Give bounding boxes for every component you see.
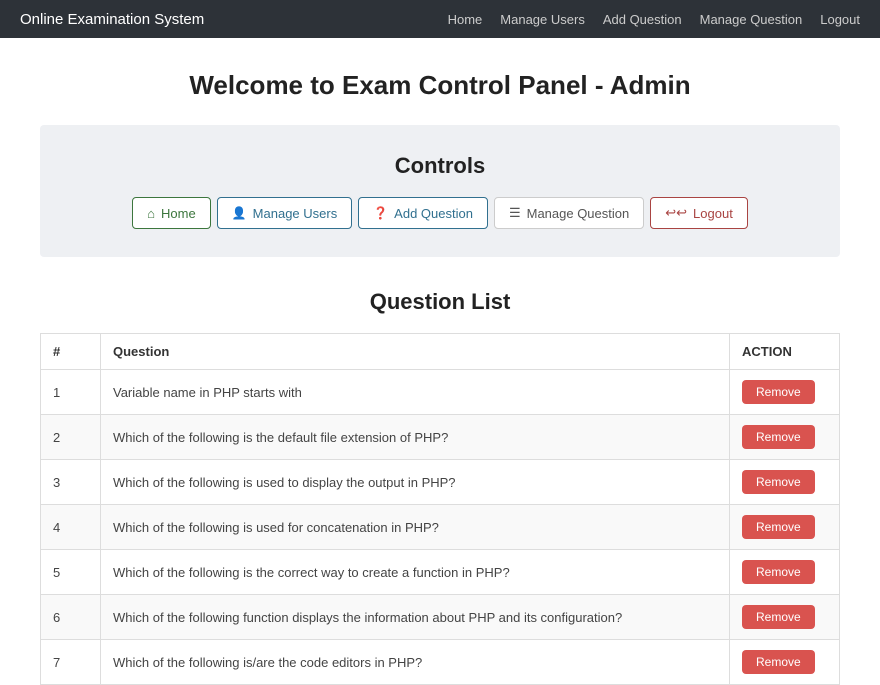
question-table: # Question ACTION 1Variable name in PHP … xyxy=(40,333,840,685)
manage-users-button[interactable]: 👤 Manage Users xyxy=(217,197,353,229)
table-header-row: # Question ACTION xyxy=(41,334,840,370)
table-row: 4Which of the following is used for conc… xyxy=(41,505,840,550)
table-row: 1Variable name in PHP starts with Remove xyxy=(41,370,840,415)
row-action: Remove xyxy=(730,370,840,415)
row-question: Which of the following function displays… xyxy=(101,595,730,640)
list-icon xyxy=(509,205,521,221)
nav-manage-users[interactable]: Manage Users xyxy=(500,12,585,27)
remove-button[interactable]: Remove xyxy=(742,605,815,629)
table-row: 2Which of the following is the default f… xyxy=(41,415,840,460)
row-number: 7 xyxy=(41,640,101,685)
row-action: Remove xyxy=(730,640,840,685)
table-row: 3Which of the following is used to displ… xyxy=(41,460,840,505)
navbar: Online Examination System Home Manage Us… xyxy=(0,0,880,38)
nav-logout[interactable]: Logout xyxy=(820,12,860,27)
add-question-icon: ❓ xyxy=(373,206,388,220)
navbar-brand[interactable]: Online Examination System xyxy=(20,11,204,28)
controls-buttons: Home 👤 Manage Users ❓ Add Question Manag… xyxy=(60,197,820,229)
logout-icon: ↩ xyxy=(665,205,687,221)
row-question: Which of the following is the default fi… xyxy=(101,415,730,460)
add-question-label: Add Question xyxy=(394,206,473,221)
page-title: Welcome to Exam Control Panel - Admin xyxy=(40,70,840,101)
table-row: 6Which of the following function display… xyxy=(41,595,840,640)
logout-button[interactable]: ↩ Logout xyxy=(650,197,748,229)
row-question: Which of the following is the correct wa… xyxy=(101,550,730,595)
remove-button[interactable]: Remove xyxy=(742,560,815,584)
row-question: Variable name in PHP starts with xyxy=(101,370,730,415)
remove-button[interactable]: Remove xyxy=(742,425,815,449)
nav-home[interactable]: Home xyxy=(448,12,483,27)
manage-question-button[interactable]: Manage Question xyxy=(494,197,644,229)
home-button-label: Home xyxy=(161,206,196,221)
table-row: 5Which of the following is the correct w… xyxy=(41,550,840,595)
nav-manage-question[interactable]: Manage Question xyxy=(700,12,803,27)
col-header-question: Question xyxy=(101,334,730,370)
home-icon xyxy=(147,206,155,221)
row-question: Which of the following is/are the code e… xyxy=(101,640,730,685)
row-number: 6 xyxy=(41,595,101,640)
remove-button[interactable]: Remove xyxy=(742,515,815,539)
logout-label: Logout xyxy=(693,206,733,221)
row-action: Remove xyxy=(730,595,840,640)
main-container: Welcome to Exam Control Panel - Admin Co… xyxy=(20,70,860,685)
question-tbody: 1Variable name in PHP starts withRemove2… xyxy=(41,370,840,685)
question-list-title: Question List xyxy=(40,289,840,315)
row-action: Remove xyxy=(730,415,840,460)
nav-add-question[interactable]: Add Question xyxy=(603,12,682,27)
manage-question-label: Manage Question xyxy=(527,206,630,221)
row-number: 5 xyxy=(41,550,101,595)
remove-button[interactable]: Remove xyxy=(742,380,815,404)
row-action: Remove xyxy=(730,550,840,595)
col-header-action: ACTION xyxy=(730,334,840,370)
navbar-nav: Home Manage Users Add Question Manage Qu… xyxy=(448,11,860,27)
row-number: 3 xyxy=(41,460,101,505)
col-header-num: # xyxy=(41,334,101,370)
row-number: 4 xyxy=(41,505,101,550)
row-number: 2 xyxy=(41,415,101,460)
row-number: 1 xyxy=(41,370,101,415)
add-question-button[interactable]: ❓ Add Question xyxy=(358,197,488,229)
row-question: Which of the following is used to displa… xyxy=(101,460,730,505)
remove-button[interactable]: Remove xyxy=(742,470,815,494)
row-action: Remove xyxy=(730,460,840,505)
row-action: Remove xyxy=(730,505,840,550)
users-icon: 👤 xyxy=(232,206,247,220)
table-row: 7Which of the following is/are the code … xyxy=(41,640,840,685)
row-question: Which of the following is used for conca… xyxy=(101,505,730,550)
controls-title: Controls xyxy=(60,153,820,179)
controls-panel: Controls Home 👤 Manage Users ❓ Add Quest… xyxy=(40,125,840,257)
manage-users-label: Manage Users xyxy=(253,206,338,221)
remove-button[interactable]: Remove xyxy=(742,650,815,674)
home-button[interactable]: Home xyxy=(132,197,211,229)
